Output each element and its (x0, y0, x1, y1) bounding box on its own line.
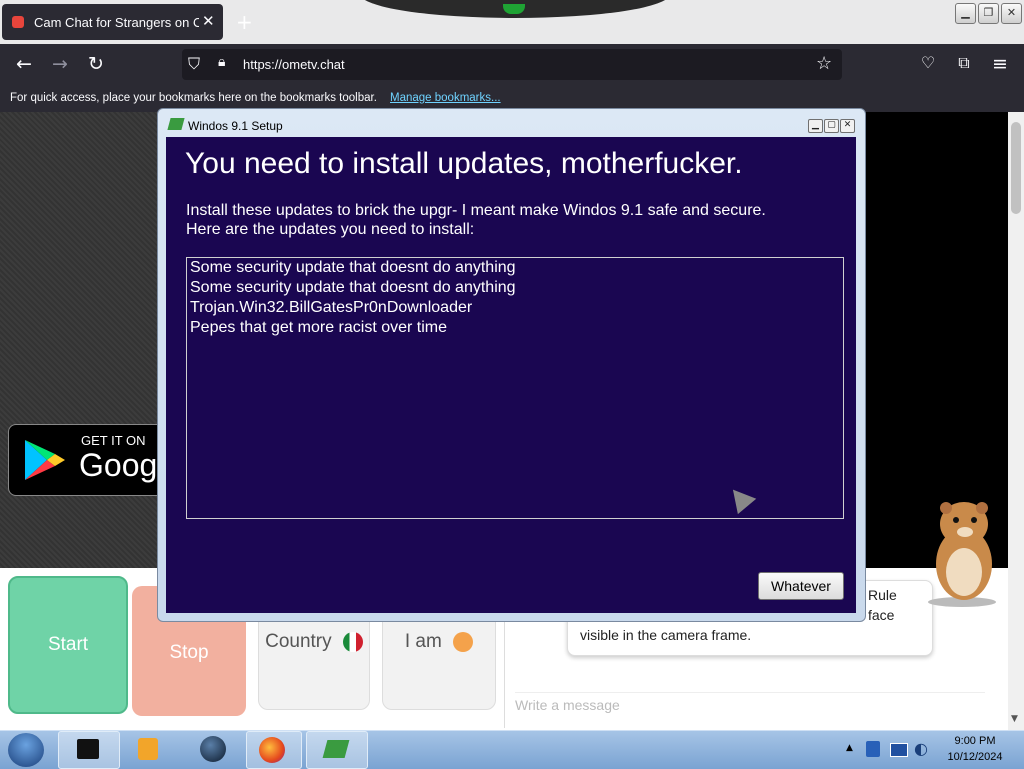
extensions-icon[interactable]: ⧉ (952, 53, 976, 73)
setup-taskbar-icon (322, 740, 350, 758)
notice-line-3: visible in the camera frame. (580, 627, 752, 643)
lock-icon[interactable]: 🔒︎ (218, 54, 225, 70)
badge-top-text: GET IT ON (81, 433, 146, 448)
boy-avatar-icon (453, 631, 474, 652)
setup-app-icon (167, 118, 185, 130)
taskbar-item-globe[interactable] (188, 731, 242, 767)
address-bar[interactable]: ⛉ 🔒︎ https://ometv.chat ☆ (182, 49, 842, 80)
menu-icon[interactable]: ≡ (988, 53, 1012, 75)
setup-dialog: Windos 9.1 Setup ▁ ▢ ✕ You need to insta… (157, 108, 866, 622)
favicon-icon (12, 16, 24, 28)
mexico-flag-icon (342, 631, 363, 652)
tray-expand-icon[interactable]: ▲ (846, 743, 853, 753)
minimize-button[interactable]: ▁ (955, 3, 976, 24)
clock-date: 10/12/2024 (947, 751, 1003, 763)
system-clock[interactable]: 9:00 PM 10/12/2024 (930, 733, 1020, 765)
dialog-minimize-button[interactable]: ▁ (808, 119, 823, 133)
network-icon[interactable] (890, 743, 908, 757)
scroll-down-icon[interactable]: ▼ (1011, 714, 1018, 724)
pocket-icon[interactable]: ♡ (916, 53, 940, 72)
list-item[interactable]: Some security update that doesnt do anyt… (187, 278, 843, 298)
new-tab-icon[interactable]: + (236, 10, 253, 34)
taskbar: ▲ ◐ 9:00 PM 10/12/2024 (0, 730, 1024, 769)
clock-time: 9:00 PM (954, 735, 996, 747)
start-orb-icon[interactable] (8, 733, 44, 767)
list-item[interactable]: Trojan.Win32.BillGatesPr0nDownloader (187, 298, 843, 318)
taskbar-item-firefox[interactable] (246, 731, 302, 769)
taskbar-item-terminal[interactable] (58, 731, 120, 769)
webcam-notch (360, 0, 670, 18)
country-selector[interactable]: Country (258, 610, 370, 710)
bookmarks-hint: For quick access, place your bookmarks h… (10, 92, 377, 104)
dialog-title: Windos 9.1 Setup (188, 119, 283, 133)
list-item[interactable]: Some security update that doesnt do anyt… (187, 258, 843, 278)
gender-selector[interactable]: I am (382, 610, 496, 710)
reload-icon[interactable]: ↻ (84, 53, 108, 75)
badge-store-name: Googl (79, 447, 165, 483)
dialog-heading: You need to install updates, motherfucke… (185, 147, 743, 180)
message-input[interactable]: Write a message (515, 692, 985, 721)
back-icon[interactable]: ← (12, 53, 36, 75)
scrollbar-thumb[interactable] (1011, 122, 1021, 214)
notice-line-1: Rule (868, 587, 897, 603)
taskbar-item-media-player[interactable] (124, 731, 184, 767)
manage-bookmarks-link[interactable]: Manage bookmarks... (390, 92, 501, 104)
hamster-image (928, 502, 996, 607)
terminal-icon (77, 739, 99, 759)
bookmark-star-icon[interactable]: ☆ (816, 53, 832, 74)
iam-label: I am (404, 631, 442, 652)
firefox-icon (259, 737, 285, 763)
start-button[interactable]: Start (8, 576, 128, 714)
globe-icon (200, 736, 226, 762)
restore-button[interactable]: ❐ (978, 3, 999, 24)
browser-tab[interactable]: Cam Chat for Strangers on Ome ✕ (2, 4, 223, 40)
webcam-light-icon (503, 4, 525, 14)
url-text[interactable]: https://ometv.chat (243, 57, 345, 72)
media-player-icon (138, 738, 158, 760)
dialog-description: Install these updates to brick the upgr-… (186, 201, 826, 239)
description-line-1: Install these updates to brick the upgr-… (186, 202, 766, 219)
tray-app-icon[interactable] (866, 741, 880, 757)
play-store-icon (25, 440, 65, 480)
updates-list[interactable]: Some security update that doesnt do anyt… (186, 257, 844, 519)
forward-icon[interactable]: → (48, 53, 72, 75)
whatever-button[interactable]: Whatever (758, 572, 844, 600)
volume-icon[interactable]: ◐ (914, 739, 928, 758)
notice-line-2: face (868, 607, 895, 623)
dialog-close-button[interactable]: ✕ (840, 119, 855, 133)
dialog-body: You need to install updates, motherfucke… (166, 137, 856, 613)
google-play-badge[interactable]: GET IT ON Googl (8, 424, 180, 496)
description-line-2: Here are the updates you need to install… (186, 221, 475, 238)
close-tab-icon[interactable]: ✕ (202, 12, 215, 30)
taskbar-item-setup[interactable] (306, 731, 368, 769)
browser-tab-bar: Cam Chat for Strangers on Ome ✕ + ▁ ❐ ✕ (0, 0, 1024, 44)
country-label: Country (265, 631, 332, 652)
list-item[interactable]: Pepes that get more racist over time (187, 318, 843, 338)
dialog-maximize-button[interactable]: ▢ (824, 119, 839, 133)
tab-title: Cam Chat for Strangers on Ome (34, 15, 199, 30)
close-window-button[interactable]: ✕ (1001, 3, 1022, 24)
shield-icon[interactable]: ⛉ (188, 54, 200, 74)
page-scrollbar[interactable]: ▼ (1008, 112, 1024, 730)
navigation-bar: ← → ↻ ⛉ 🔒︎ https://ometv.chat ☆ ♡ ⧉ ≡ (0, 44, 1024, 86)
